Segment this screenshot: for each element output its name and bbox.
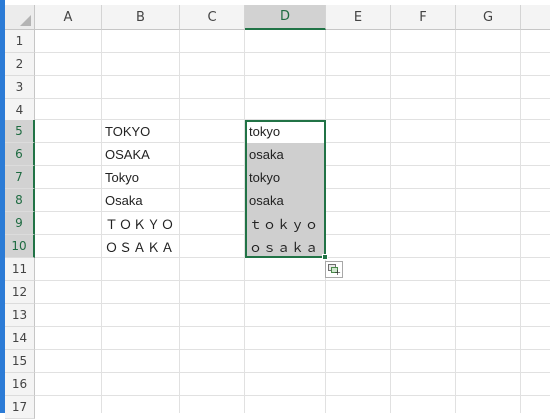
row-header-3[interactable]: 3 <box>5 76 35 99</box>
column-header-a[interactable]: A <box>35 5 102 30</box>
cell-d9[interactable]: ｔｏｋｙｏ <box>246 212 325 235</box>
cell-b8[interactable]: Osaka <box>102 189 180 212</box>
row-header-16[interactable]: 16 <box>5 373 35 396</box>
gridline <box>35 52 550 53</box>
column-header-e[interactable]: E <box>326 5 391 30</box>
row-header-4[interactable]: 4 <box>5 99 35 122</box>
column-header-b[interactable]: B <box>102 5 180 30</box>
column-header-c[interactable]: C <box>180 5 245 30</box>
gridline <box>35 395 550 396</box>
gridline <box>455 30 456 413</box>
row-header-17[interactable]: 17 <box>5 396 35 419</box>
select-all-button[interactable] <box>5 5 35 30</box>
row-header-15[interactable]: 15 <box>5 350 35 373</box>
spreadsheet-grid: A B C D E F G 1 2 3 4 5 6 7 8 9 10 11 12… <box>0 0 550 419</box>
row-header-12[interactable]: 12 <box>5 281 35 304</box>
quick-analysis-button[interactable]: + <box>325 261 343 278</box>
gridline <box>35 98 550 99</box>
row-header-9[interactable]: 9 <box>5 212 35 235</box>
fill-handle[interactable] <box>322 254 328 260</box>
cell-b6[interactable]: OSAKA <box>102 143 180 166</box>
column-header-f[interactable]: F <box>391 5 456 30</box>
cell-d5[interactable]: tokyo <box>246 120 325 143</box>
column-header-h[interactable] <box>521 5 550 30</box>
gridline <box>325 30 326 413</box>
cell-d8[interactable]: osaka <box>246 189 325 212</box>
row-header-8[interactable]: 8 <box>5 189 35 212</box>
row-header-14[interactable]: 14 <box>5 327 35 350</box>
row-header-2[interactable]: 2 <box>5 53 35 76</box>
row-header-10[interactable]: 10 <box>5 235 35 258</box>
gridline <box>244 30 245 413</box>
gridline <box>35 303 550 304</box>
plus-icon: + <box>334 268 341 277</box>
select-all-triangle-icon <box>20 15 31 26</box>
column-header-g[interactable]: G <box>456 5 521 30</box>
row-header-7[interactable]: 7 <box>5 166 35 189</box>
cell-d10[interactable]: ｏｓａｋａ <box>246 235 325 258</box>
gridline <box>35 280 550 281</box>
row-header-1[interactable]: 1 <box>5 30 35 53</box>
gridline <box>35 372 550 373</box>
column-header-d[interactable]: D <box>245 5 326 30</box>
row-header-5[interactable]: 5 <box>5 120 35 143</box>
gridline <box>35 75 550 76</box>
row-header-6[interactable]: 6 <box>5 143 35 166</box>
gridline <box>520 30 521 413</box>
cell-d6[interactable]: osaka <box>246 143 325 166</box>
cell-d7[interactable]: tokyo <box>246 166 325 189</box>
cell-b7[interactable]: Tokyo <box>102 166 180 189</box>
gridline <box>390 30 391 413</box>
gridline <box>35 326 550 327</box>
cell-b5[interactable]: TOKYO <box>102 120 180 143</box>
gridline <box>35 349 550 350</box>
row-header-13[interactable]: 13 <box>5 304 35 327</box>
cell-b9[interactable]: ＴＯＫＹＯ <box>102 212 180 235</box>
row-header-11[interactable]: 11 <box>5 258 35 281</box>
cell-b10[interactable]: ＯＳＡＫＡ <box>102 235 180 258</box>
